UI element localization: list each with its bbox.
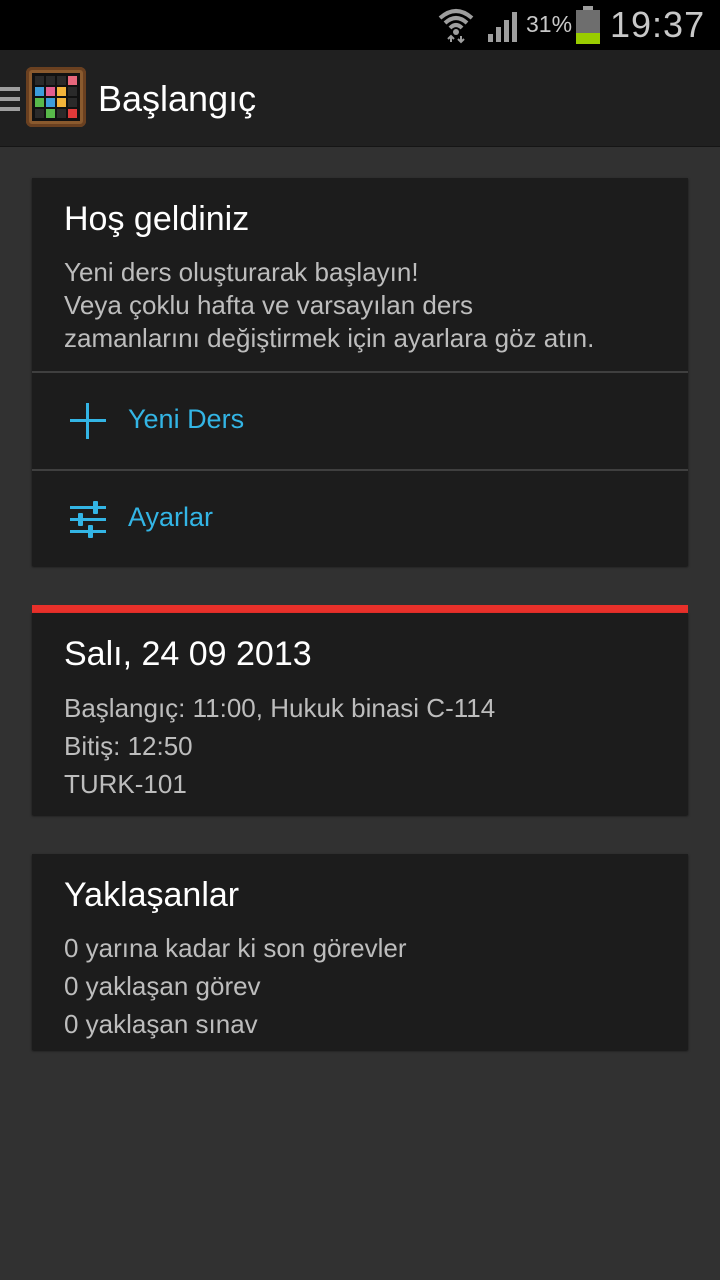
welcome-line: Yeni ders oluşturarak başlayın! (64, 257, 419, 287)
plus-icon (70, 403, 106, 439)
upcoming-item: 0 yarına kadar ki son görevler (64, 933, 407, 963)
app-logo[interactable] (26, 67, 86, 127)
upcoming-title: Yaklaşanlar (64, 876, 240, 914)
lesson-color-bar (32, 605, 688, 613)
page-title: Başlangıç (98, 78, 257, 119)
battery-percent: 31% (526, 11, 573, 37)
wifi-icon (438, 9, 474, 44)
sliders-icon (70, 501, 106, 538)
welcome-line: Veya çoklu hafta ve varsayılan ders (64, 290, 474, 320)
lesson-start: Başlangıç: 11:00, Hukuk binasi C-114 (64, 693, 496, 723)
welcome-card: Hoş geldiniz Yeni ders oluşturarak başla… (32, 178, 688, 566)
lesson-card[interactable]: Salı, 24 09 2013 Başlangıç: 11:00, Hukuk… (32, 613, 688, 815)
signal-icon (488, 12, 517, 42)
settings-button[interactable]: Ayarlar (32, 471, 688, 567)
action-bar: Başlangıç (0, 50, 720, 147)
welcome-text: Yeni ders oluşturarak başlayın! Veya çok… (64, 256, 594, 355)
settings-label: Ayarlar (128, 502, 214, 532)
lesson-end: Bitiş: 12:50 (64, 731, 193, 761)
clock: 19:37 (610, 4, 706, 45)
battery-icon (576, 6, 600, 44)
welcome-title: Hoş geldiniz (64, 200, 250, 238)
upcoming-card: Yaklaşanlar 0 yarına kadar ki son görevl… (32, 854, 688, 1050)
status-bar: 31% 19:37 (0, 0, 720, 50)
drawer-icon[interactable] (0, 85, 20, 113)
welcome-line: zamanlarını değiştirmek için ayarlara gö… (64, 323, 595, 353)
lesson-date: Salı, 24 09 2013 (64, 635, 312, 673)
lesson-course: TURK-101 (64, 769, 187, 799)
upcoming-item: 0 yaklaşan görev (64, 971, 261, 1001)
new-lesson-button[interactable]: Yeni Ders (32, 373, 688, 469)
upcoming-item: 0 yaklaşan sınav (64, 1009, 258, 1039)
new-lesson-label: Yeni Ders (128, 404, 245, 434)
